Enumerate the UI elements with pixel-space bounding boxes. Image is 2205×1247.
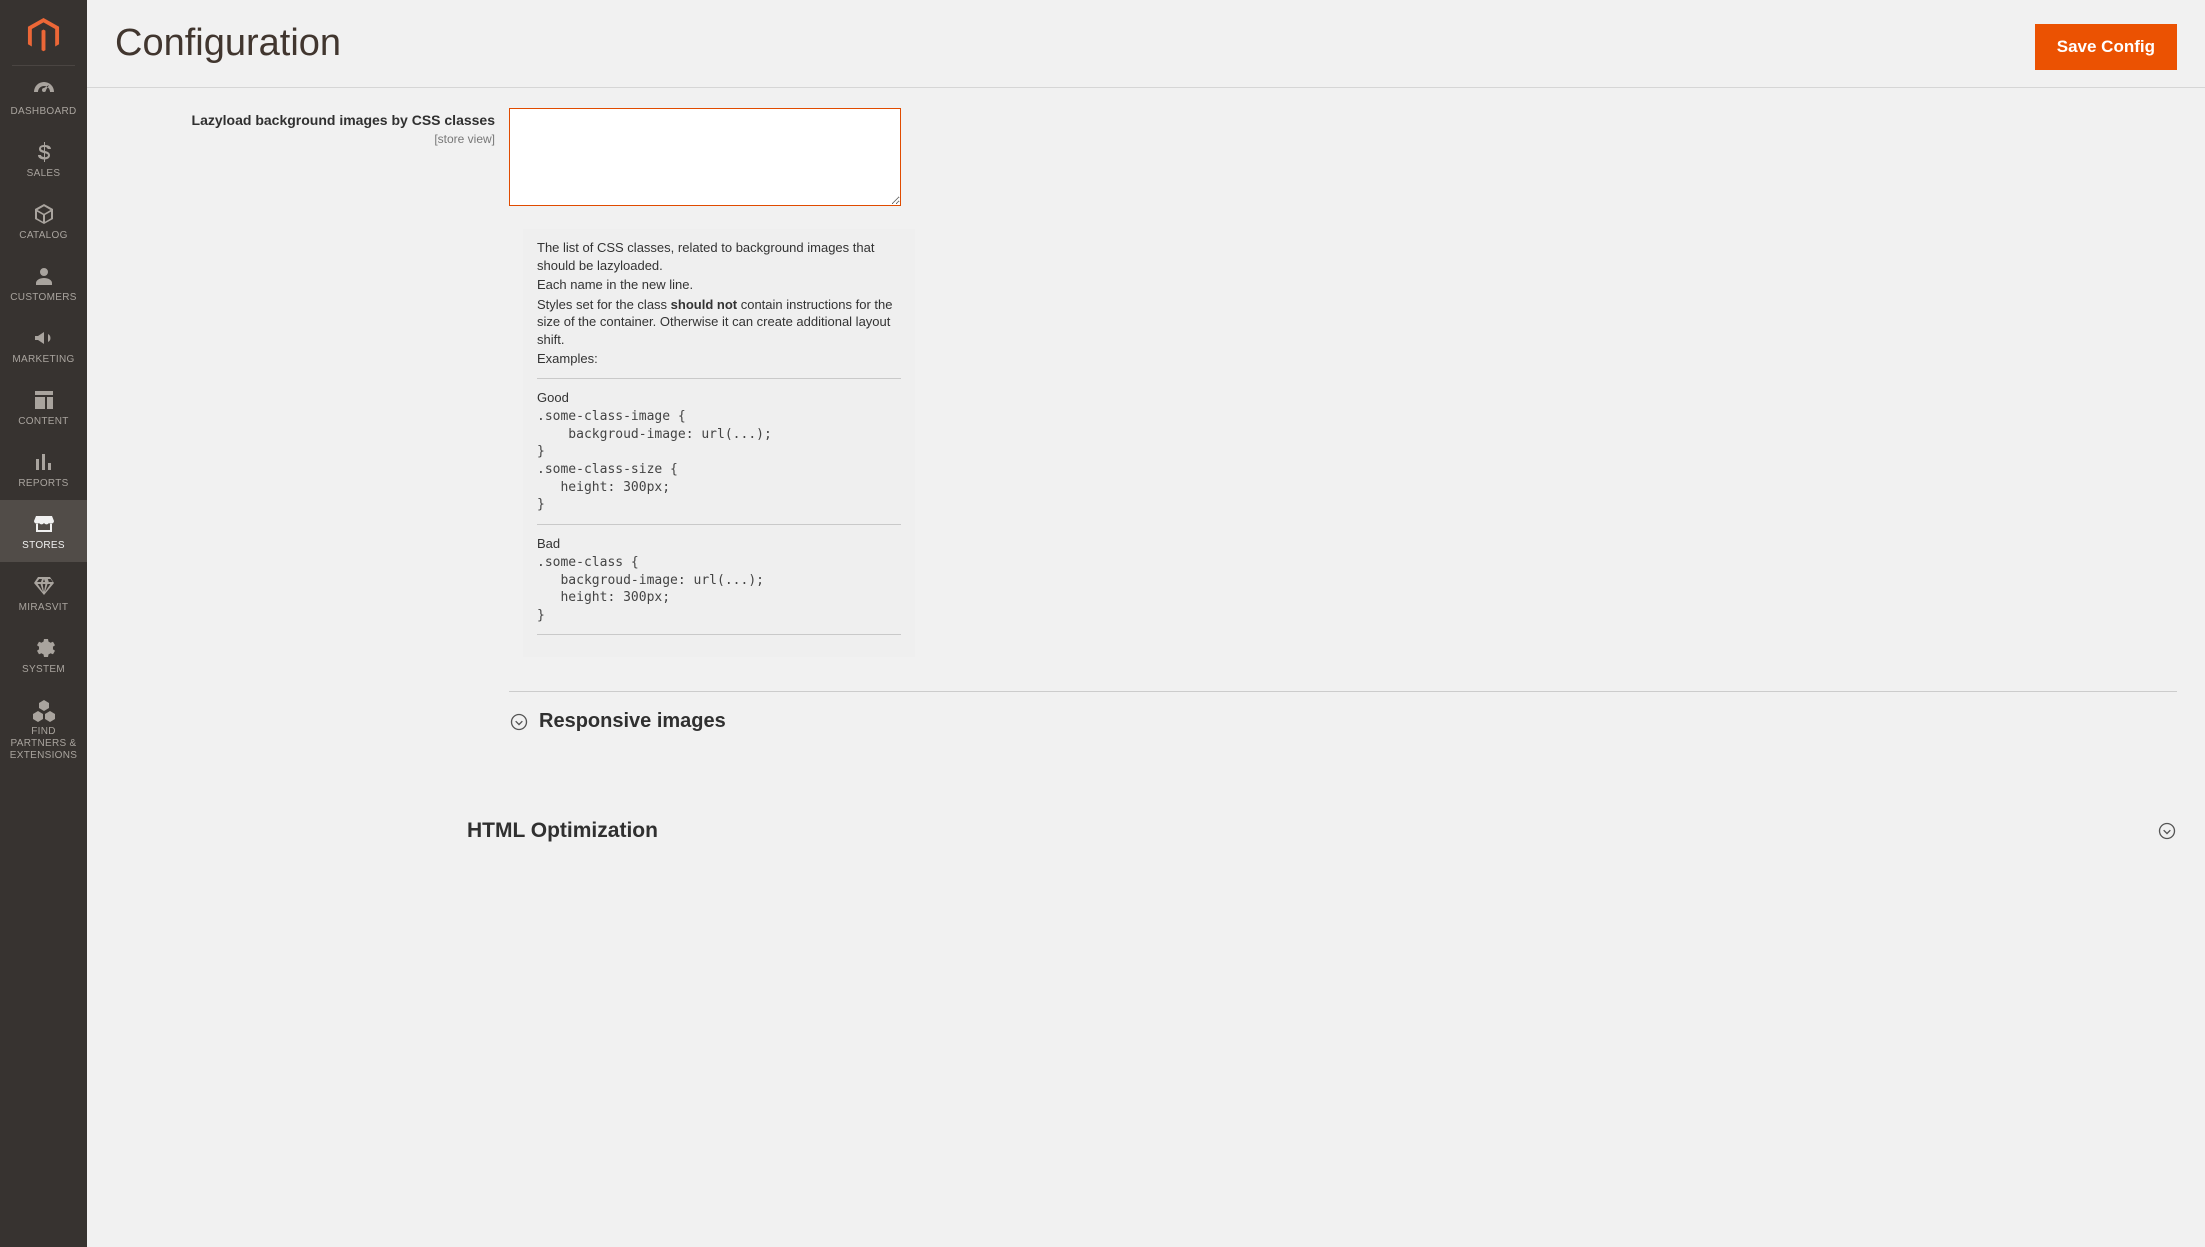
main-area: Configuration Save Config Lazyload backg… [87,0,2205,911]
bad-label: Bad [537,535,901,553]
person-icon [32,264,56,288]
field-scope: [store view] [115,132,495,146]
section-responsive-images[interactable]: Responsive images [509,691,2177,751]
nav-item-dashboard[interactable]: DASHBOARD [0,66,87,128]
nav-label: CATALOG [19,230,67,242]
note-line: Each name in the new line. [537,276,901,294]
dollar-icon [32,140,56,164]
bars-icon [32,450,56,474]
nav-item-find-partners-extensions[interactable]: FIND PARTNERS & EXTENSIONS [0,686,87,772]
chevron-down-circle-icon [2157,821,2177,841]
bad-code: .some-class { backgroud-image: url(...);… [537,554,901,624]
cubes-icon [32,698,56,722]
field-label-col: Lazyload background images by CSS classe… [115,108,509,211]
section-title: Responsive images [539,710,726,733]
nav-item-stores[interactable]: STORES [0,500,87,562]
nav-label: STORES [22,540,65,552]
section-html-optimization[interactable]: HTML Optimization [467,791,2177,861]
nav-item-content[interactable]: CONTENT [0,376,87,438]
section-title: HTML Optimization [467,819,658,843]
nav-label: MARKETING [12,354,74,366]
nav-label: SYSTEM [22,664,65,676]
admin-sidebar: DASHBOARD SALES CATALOG CUSTOMERS MARKETING C… [0,0,87,1247]
field-note: The list of CSS classes, related to back… [523,229,915,657]
nav-label: REPORTS [18,478,68,490]
box-icon [32,202,56,226]
divider [537,634,901,635]
page-title: Configuration [115,22,341,87]
note-line: Examples: [537,350,901,368]
nav-item-system[interactable]: SYSTEM [0,624,87,686]
nav-item-customers[interactable]: CUSTOMERS [0,252,87,314]
divider [537,524,901,525]
note-line: Styles set for the class should not cont… [537,296,901,349]
divider [537,378,901,379]
good-code: .some-class-image { backgroud-image: url… [537,408,901,513]
gear-icon [32,636,56,660]
lazyload-css-row: Lazyload background images by CSS classe… [115,108,2177,211]
storefront-icon [32,512,56,536]
config-content: Lazyload background images by CSS classe… [87,88,2205,911]
gauge-icon [32,78,56,102]
good-label: Good [537,389,901,407]
layout-icon [32,388,56,412]
megaphone-icon [32,326,56,350]
nav-item-catalog[interactable]: CATALOG [0,190,87,252]
nav-label: MIRASVIT [19,602,69,614]
nav-label: CONTENT [18,416,68,428]
sections-list: Responsive images HTML Optimization [509,691,2177,861]
lazyload-css-textarea[interactable] [509,108,901,206]
nav-item-sales[interactable]: SALES [0,128,87,190]
magento-logo-icon [26,18,61,53]
field-input-col [509,108,901,211]
logo[interactable] [12,0,75,66]
field-label: Lazyload background images by CSS classe… [192,112,495,128]
nav-item-reports[interactable]: REPORTS [0,438,87,500]
nav-item-mirasvit[interactable]: MIRASVIT [0,562,87,624]
nav-label: DASHBOARD [10,106,76,118]
note-line: The list of CSS classes, related to back… [537,239,901,274]
nav-label: FIND PARTNERS & EXTENSIONS [4,726,83,762]
nav-item-marketing[interactable]: MARKETING [0,314,87,376]
nav-label: CUSTOMERS [10,292,76,304]
chevron-down-circle-icon [509,712,529,732]
nav-label: SALES [27,168,61,180]
page-header: Configuration Save Config [87,0,2205,88]
diamond-icon [32,574,56,598]
save-config-button[interactable]: Save Config [2035,24,2177,70]
